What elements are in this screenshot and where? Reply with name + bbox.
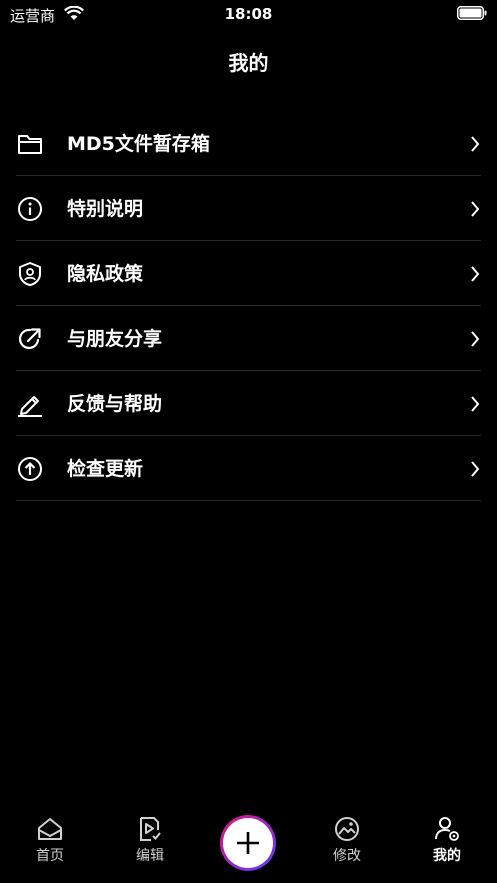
tab-label: 修改 (333, 848, 361, 864)
tab-home[interactable]: 首页 (20, 815, 80, 865)
pencil-icon (18, 396, 42, 417)
tab-mine[interactable]: 我的 (417, 815, 477, 865)
chevron-right-icon (471, 331, 480, 347)
tab-label: 编辑 (136, 848, 164, 864)
status-bar: 运营商 18:08 (0, 0, 497, 30)
upload-arrow-icon (18, 457, 42, 481)
menu-item-feedback-help[interactable]: 反馈与帮助 (0, 371, 497, 436)
user-settings-icon (435, 817, 459, 841)
privacy-shield-icon (19, 262, 41, 286)
tab-modify[interactable]: 修改 (317, 815, 377, 865)
menu-item-label: 特别说明 (67, 198, 144, 220)
chevron-right-icon (471, 461, 480, 477)
menu-item-share-with-friends[interactable]: 与朋友分享 (0, 306, 497, 371)
add-button[interactable] (220, 815, 276, 871)
menu-item-label: 检查更新 (67, 458, 144, 480)
chevron-right-icon (471, 396, 480, 412)
image-edit-icon (335, 817, 359, 841)
chevron-right-icon (471, 266, 480, 282)
info-icon (18, 197, 42, 221)
menu-item-special-notes[interactable]: 特别说明 (0, 176, 497, 241)
divider (16, 500, 481, 501)
clock: 18:08 (224, 5, 273, 23)
menu-item-privacy-policy[interactable]: 隐私政策 (0, 241, 497, 306)
tab-label: 我的 (433, 848, 461, 864)
add-button-inner (223, 818, 273, 868)
menu-item-label: MD5文件暂存箱 (67, 133, 210, 155)
tab-label: 首页 (36, 848, 64, 864)
home-tray-icon (38, 818, 62, 840)
menu-item-label: 与朋友分享 (67, 328, 163, 350)
plus-icon (237, 832, 259, 854)
page-title: 我的 (228, 51, 269, 75)
battery-icon (457, 6, 487, 20)
menu-item-check-update[interactable]: 检查更新 (0, 436, 497, 501)
chevron-right-icon (471, 201, 480, 217)
share-icon (18, 328, 41, 350)
settings-menu: MD5文件暂存箱 特别说明 隐私政策 与朋友分享 反馈与帮助 检查更新 (0, 111, 497, 501)
menu-item-md5-storage[interactable]: MD5文件暂存箱 (0, 111, 497, 176)
video-edit-icon (140, 817, 161, 841)
chevron-right-icon (471, 136, 480, 152)
menu-item-label: 反馈与帮助 (67, 393, 163, 415)
tab-edit[interactable]: 编辑 (120, 815, 180, 865)
folder-icon (18, 135, 42, 154)
menu-item-label: 隐私政策 (67, 263, 144, 285)
